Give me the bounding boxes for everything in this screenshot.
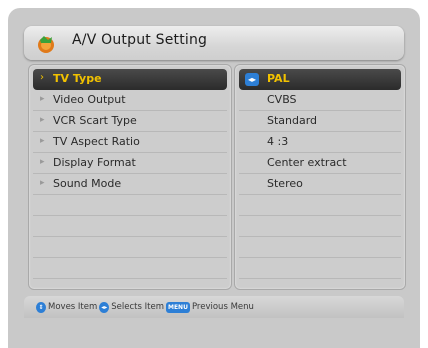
bullet-icon: ▸ [40, 178, 45, 188]
settings-app-icon [38, 36, 54, 53]
menu-item-tv-type[interactable]: › TV Type [33, 69, 227, 90]
help-selects-text: Selects Item [111, 302, 164, 312]
settings-value-panel: ◂▸ PAL CVBS Standard 4 :3 Center extract… [234, 64, 406, 290]
empty-row [33, 258, 227, 279]
value-label: Stereo [267, 177, 303, 190]
menu-item-video-output[interactable]: ▸ Video Output [33, 90, 227, 111]
bullet-icon: ▸ [40, 115, 45, 125]
value-display-format[interactable]: Center extract [239, 153, 401, 174]
menu-item-display-format[interactable]: ▸ Display Format [33, 153, 227, 174]
menu-item-label: TV Type [53, 72, 102, 85]
empty-row [239, 258, 401, 279]
empty-row [239, 237, 401, 258]
empty-row [33, 216, 227, 237]
help-moves-text: Moves Item [48, 302, 98, 312]
empty-row [33, 237, 227, 258]
value-label: CVBS [267, 93, 297, 106]
menu-item-vcr-scart-type[interactable]: ▸ VCR Scart Type [33, 111, 227, 132]
value-label: 4 :3 [267, 135, 289, 148]
bullet-icon: ▸ [40, 157, 45, 167]
empty-row [239, 195, 401, 216]
selected-chevron-icon: › [40, 72, 44, 83]
menu-item-label: Video Output [53, 93, 126, 106]
value-tv-type[interactable]: ◂▸ PAL [239, 69, 401, 90]
menu-item-label: Display Format [53, 156, 136, 169]
menu-key-icon: MENU [165, 301, 190, 313]
bullet-icon: ▸ [40, 94, 45, 104]
menu-item-label: TV Aspect Ratio [53, 135, 140, 148]
value-label: PAL [267, 72, 290, 85]
page-title: A/V Output Setting [72, 32, 208, 48]
menu-item-label: Sound Mode [53, 177, 122, 190]
value-video-output[interactable]: CVBS [239, 90, 401, 111]
menu-item-tv-aspect-ratio[interactable]: ▸ TV Aspect Ratio [33, 132, 227, 153]
left-right-key-icon: ◂▸ [99, 301, 110, 313]
value-sound-mode[interactable]: Stereo [239, 174, 401, 195]
empty-row [33, 195, 227, 216]
left-right-arrows-icon: ◂▸ [245, 73, 259, 86]
value-vcr-scart-type[interactable]: Standard [239, 111, 401, 132]
value-tv-aspect-ratio[interactable]: 4 :3 [239, 132, 401, 153]
help-hints: ⇕ Moves Item ◂▸ Selects Item MENU Previo… [36, 300, 254, 314]
bullet-icon: ▸ [40, 136, 45, 146]
help-previous-text: Previous Menu [191, 302, 254, 312]
settings-list-panel: › TV Type ▸ Video Output ▸ VCR Scart Typ… [28, 64, 232, 290]
value-label: Center extract [267, 156, 347, 169]
empty-row [239, 216, 401, 237]
up-down-key-icon: ⇕ [36, 301, 46, 313]
menu-item-sound-mode[interactable]: ▸ Sound Mode [33, 174, 227, 195]
menu-item-label: VCR Scart Type [53, 114, 137, 127]
value-label: Standard [267, 114, 318, 127]
